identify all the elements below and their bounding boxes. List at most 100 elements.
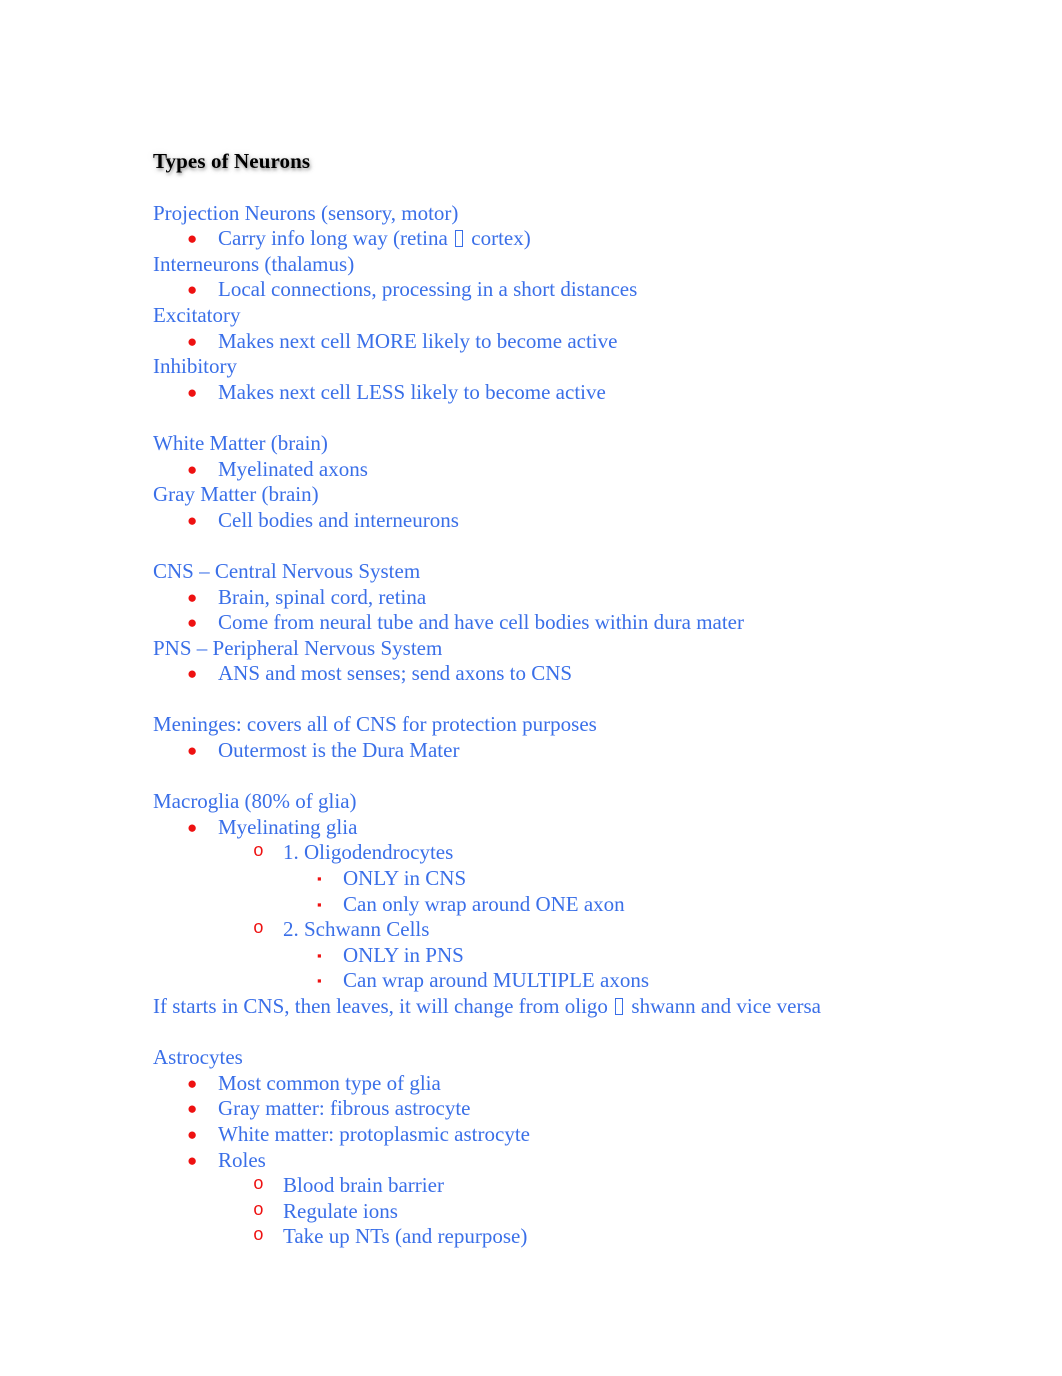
bullet-disc-icon: ● — [187, 229, 198, 249]
outline-bullet-item: o 2. Schwann Cells — [153, 917, 953, 943]
bullet-disc-icon: ● — [187, 1099, 198, 1119]
outline-heading: PNS – Peripheral Nervous System — [153, 635, 443, 660]
outline-bullet-item: ● Makes next cell LESS likely to become a… — [153, 380, 953, 406]
bullet-o-icon: o — [253, 1226, 264, 1247]
bullet-o-icon: o — [253, 1175, 264, 1196]
bullet-text-before: Carry info long way (retina — [218, 226, 454, 251]
bullet-text: Makes next cell LESS likely to become ac… — [218, 379, 606, 404]
bullet-disc-icon: ● — [187, 280, 198, 300]
bullet-text: Gray matter: fibrous astrocyte — [218, 1096, 471, 1121]
outline-bullet-item: ▪ ONLY in CNS — [153, 866, 953, 892]
outline-bullet-item: ● Come from neural tube and have cell bod… — [153, 610, 953, 636]
bullet-text: Myelinated axons — [218, 456, 368, 481]
outline-bullet-item: o Blood brain barrier — [153, 1173, 953, 1199]
bullet-text: Local connections, processing in a short… — [218, 277, 638, 302]
outline-bullet-item: o 1. Oligodendrocytes — [153, 840, 953, 866]
bullet-square-icon: ▪ — [317, 871, 322, 887]
bullet-disc-icon: ● — [187, 1124, 198, 1144]
bullet-text: Makes next cell MORE likely to become ac… — [218, 328, 618, 353]
outline-heading: If starts in CNS, then leaves, it will c… — [153, 994, 953, 1020]
bullet-disc-icon: ● — [187, 331, 198, 351]
bullet-text: Cell bodies and interneurons — [218, 507, 459, 532]
bullet-text: 2. Schwann Cells — [283, 917, 430, 942]
outline-block: Astrocytes ● Most common type of glia ● Gray… — [153, 1045, 953, 1250]
outline-block: Projection Neurons (sensory, motor) ● Carr… — [153, 201, 953, 406]
bullet-disc-icon: ● — [187, 664, 198, 684]
bullet-disc-icon: ● — [187, 613, 198, 633]
bullet-text: Myelinating glia — [218, 814, 358, 839]
document-body: Types of Neurons Projection Neurons (sen… — [153, 148, 953, 1250]
bullet-o-icon: o — [253, 919, 264, 940]
bullet-disc-icon: ● — [187, 587, 198, 607]
outline-bullet-item: o Take up NTs (and repurpose) — [153, 1224, 953, 1250]
bullet-text: Take up NTs (and repurpose) — [283, 1224, 528, 1249]
bullet-text: Brain, spinal cord, retina — [218, 584, 427, 609]
outline-bullet-item: ● Brain, spinal cord, retina — [153, 585, 953, 611]
outline-block: Meninges: covers all of CNS for protecti… — [153, 712, 953, 763]
bullet-disc-icon: ● — [187, 1073, 198, 1093]
document-page: Types of Neurons Projection Neurons (sen… — [0, 0, 1062, 1376]
bullet-text: Carry info long way (retina cortex) — [153, 226, 953, 252]
outline-bullet-item: ● Cell bodies and interneurons — [153, 508, 953, 534]
bullet-text: Can wrap around MULTIPLE axons — [343, 968, 650, 993]
outline-bullet-item: ● Gray matter: fibrous astrocyte — [153, 1096, 953, 1122]
missing-glyph-box-icon — [455, 230, 464, 248]
outline-heading: White Matter (brain) — [153, 430, 328, 455]
bullet-text: Roles — [218, 1147, 266, 1172]
outline-bullet-item: ● Outermost is the Dura Mater — [153, 738, 953, 764]
bullet-disc-icon: ● — [187, 459, 198, 479]
outline-bullet-item: o Regulate ions — [153, 1199, 953, 1225]
bullet-text-after: cortex) — [466, 226, 531, 251]
outline-bullet-item: ▪ ONLY in PNS — [153, 943, 953, 969]
bullet-text: Regulate ions — [283, 1198, 398, 1223]
outline-bullet-item: ● ANS and most senses; send axons to CNS — [153, 661, 953, 687]
bullet-text: ONLY in PNS — [343, 942, 464, 967]
missing-glyph-box-icon — [615, 998, 624, 1015]
bullet-square-icon: ▪ — [317, 947, 322, 963]
outline-bullet-item: ● Carry info long way (retina cortex) — [153, 226, 953, 252]
outline-bullet-item: ● Myelinating glia — [153, 815, 953, 841]
bullet-disc-icon: ● — [187, 382, 198, 402]
outline-bullet-item: ▪ Can wrap around MULTIPLE axons — [153, 968, 953, 994]
outline-bullet-item: ● Most common type of glia — [153, 1071, 953, 1097]
bullet-text: Outermost is the Dura Mater — [218, 738, 460, 763]
outline-heading: Excitatory — [153, 302, 241, 327]
outline-heading: Inhibitory — [153, 354, 237, 379]
bullet-square-icon: ▪ — [317, 973, 322, 989]
bullet-text: ONLY in CNS — [343, 866, 467, 891]
bullet-o-icon: o — [253, 842, 264, 863]
outline-block: White Matter (brain) ● Myelinated axons Gra… — [153, 431, 953, 533]
outline-block: Macroglia (80% of glia) ● Myelinating glia… — [153, 789, 953, 1019]
outline-bullet-item: ● Myelinated axons — [153, 457, 953, 483]
outline-heading: Gray Matter (brain) — [153, 482, 319, 507]
outline-heading: CNS – Central Nervous System — [153, 558, 421, 583]
bullet-text: 1. Oligodendrocytes — [283, 840, 454, 865]
bullet-text: ANS and most senses; send axons to CNS — [218, 661, 573, 686]
bullet-disc-icon: ● — [187, 1150, 198, 1170]
outline-bullet-item: ● Roles — [153, 1148, 953, 1174]
outline-block: CNS – Central Nervous System ● Brain, spin… — [153, 559, 953, 687]
bullet-text: Most common type of glia — [218, 1070, 441, 1095]
document-content: Projection Neurons (sensory, motor) ● Carr… — [153, 201, 953, 1250]
outline-heading: Interneurons (thalamus) — [153, 251, 355, 276]
outline-bullet-item: ▪ Can only wrap around ONE axon — [153, 892, 953, 918]
bullet-text: Blood brain barrier — [283, 1173, 444, 1198]
bullet-disc-icon: ● — [187, 741, 198, 761]
heading-text-after: shwann and vice versa — [626, 994, 821, 1018]
outline-heading: Projection Neurons (sensory, motor) — [153, 200, 459, 225]
outline-heading: Astrocytes — [153, 1045, 243, 1070]
outline-bullet-item: ● Local connections, processing in a shor… — [153, 277, 953, 303]
bullet-text: Come from neural tube and have cell bodi… — [218, 610, 744, 635]
outline-heading: Meninges: covers all of CNS for protecti… — [153, 712, 597, 737]
outline-bullet-item: ● White matter: protoplasmic astrocyte — [153, 1122, 953, 1148]
page-title: Types of Neurons — [153, 149, 311, 173]
bullet-disc-icon: ● — [187, 817, 198, 837]
outline-heading: Macroglia (80% of glia) — [153, 789, 357, 814]
bullet-o-icon: o — [253, 1200, 264, 1221]
